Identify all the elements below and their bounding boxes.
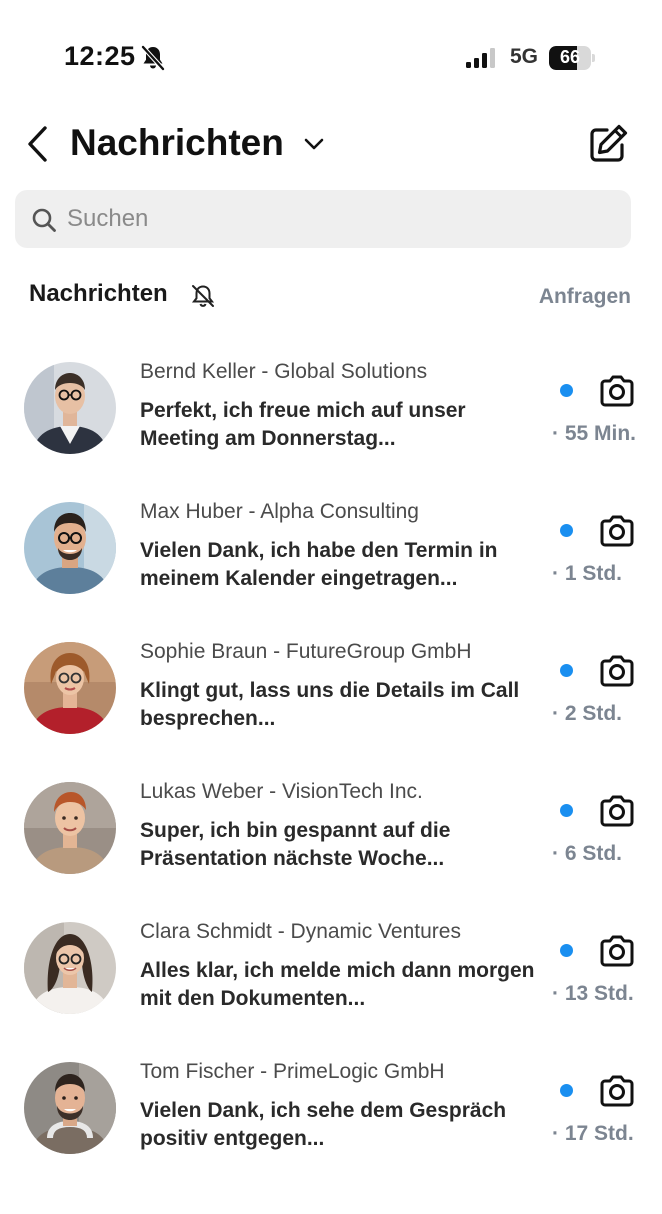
unread-indicator — [560, 524, 573, 537]
back-chevron-icon[interactable] — [24, 124, 52, 164]
conversation-row[interactable]: Lukas Weber - VisionTech Inc. Super, ich… — [0, 760, 662, 900]
requests-link[interactable]: Anfragen — [539, 285, 631, 309]
bell-slash-icon — [140, 44, 166, 72]
contact-name: Lukas Weber - VisionTech Inc. — [140, 780, 423, 803]
unread-indicator — [560, 664, 573, 677]
message-time: · 6 Std. — [552, 842, 623, 865]
conversation-row[interactable]: Tom Fischer - PrimeLogic GmbH Vielen Dan… — [0, 1040, 662, 1180]
camera-icon[interactable] — [597, 651, 637, 691]
cellular-signal-icon — [466, 48, 495, 68]
avatar — [24, 642, 116, 734]
unread-indicator — [560, 1084, 573, 1097]
avatar — [24, 502, 116, 594]
conversation-row[interactable]: Sophie Braun - FutureGroup GmbH Klingt g… — [0, 620, 662, 760]
search-icon — [32, 208, 56, 232]
header: Nachrichten — [0, 112, 662, 176]
section-title: Nachrichten — [29, 280, 168, 307]
message-preview: Klingt gut, lass uns die Details im Call… — [140, 679, 520, 730]
camera-icon[interactable] — [597, 371, 637, 411]
conversation-row[interactable]: Bernd Keller - Global Solutions Perfekt,… — [0, 340, 662, 480]
unread-indicator — [560, 384, 573, 397]
conversation-row[interactable]: Clara Schmidt - Dynamic Ventures Alles k… — [0, 900, 662, 1040]
message-preview: Alles klar, ich melde mich dann morgen m… — [140, 959, 535, 1010]
message-preview: Super, ich bin gespannt auf die Präsenta… — [140, 819, 451, 870]
network-type: 5G — [510, 45, 539, 68]
chevron-down-icon[interactable] — [302, 132, 326, 156]
message-time: · 13 Std. — [552, 982, 634, 1005]
contact-name: Sophie Braun - FutureGroup GmbH — [140, 640, 472, 663]
camera-icon[interactable] — [597, 931, 637, 971]
search-bar[interactable] — [15, 190, 631, 248]
compose-icon[interactable] — [586, 122, 630, 166]
camera-icon[interactable] — [597, 791, 637, 831]
conversation-row[interactable]: Max Huber - Alpha Consulting Vielen Dank… — [0, 480, 662, 620]
status-time: 12:25 — [64, 41, 136, 71]
contact-name: Tom Fischer - PrimeLogic GmbH — [140, 1060, 445, 1083]
message-preview: Vielen Dank, ich sehe dem Gespräch posit… — [140, 1099, 507, 1150]
message-preview: Perfekt, ich freue mich auf unser Meetin… — [140, 399, 466, 450]
bell-slash-icon — [191, 285, 215, 307]
message-time: · 55 Min. — [552, 422, 637, 445]
conversation-list: Bernd Keller - Global Solutions Perfekt,… — [0, 340, 662, 1180]
battery-icon: 66 — [549, 46, 595, 70]
battery-level: 66 — [559, 47, 581, 67]
unread-indicator — [560, 944, 573, 957]
contact-name: Bernd Keller - Global Solutions — [140, 360, 428, 383]
avatar — [24, 1062, 116, 1154]
avatar — [24, 782, 116, 874]
status-bar: 12:25 5G 66 — [0, 0, 662, 110]
section-header: Nachrichten Anfragen — [0, 276, 662, 316]
unread-indicator — [560, 804, 573, 817]
avatar — [24, 922, 116, 1014]
message-time: · 2 Std. — [552, 702, 623, 725]
page-title[interactable]: Nachrichten — [70, 122, 284, 164]
avatar — [24, 362, 116, 454]
contact-name: Clara Schmidt - Dynamic Ventures — [140, 920, 461, 943]
contact-name: Max Huber - Alpha Consulting — [140, 500, 419, 523]
message-preview: Vielen Dank, ich habe den Termin in mein… — [140, 539, 498, 590]
message-time: · 1 Std. — [552, 562, 623, 585]
camera-icon[interactable] — [597, 511, 637, 551]
message-time: · 17 Std. — [552, 1122, 634, 1145]
camera-icon[interactable] — [597, 1071, 637, 1111]
search-input[interactable] — [67, 200, 607, 238]
